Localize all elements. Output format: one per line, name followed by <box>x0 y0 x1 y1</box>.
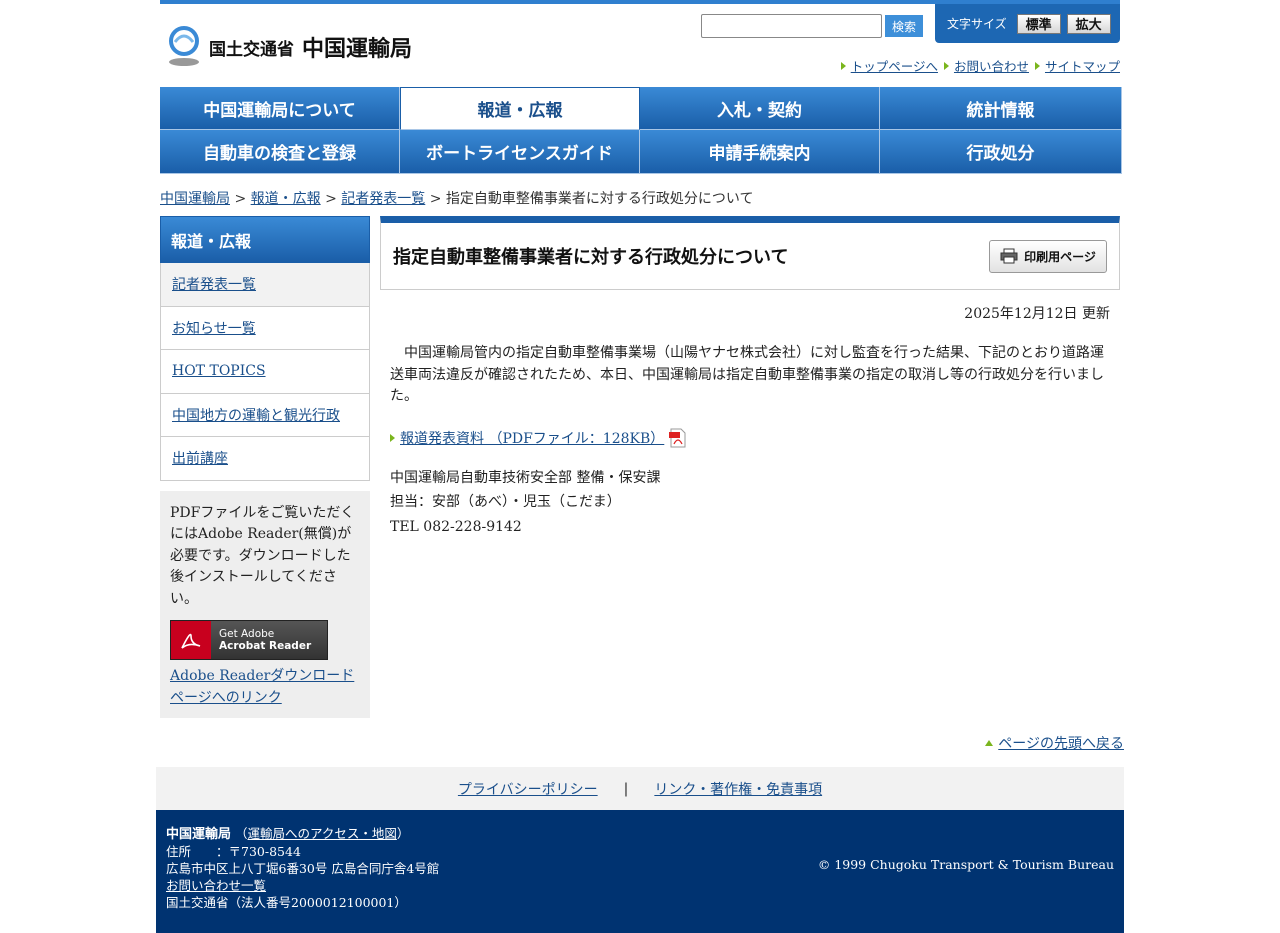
nav-applications[interactable]: 申請手続案内 <box>640 130 880 174</box>
main-content: 指定自動車整備事業者に対する行政処分について 印刷用ページ 2025年12月12… <box>380 216 1120 539</box>
fontsize-standard-button[interactable]: 標準 <box>1016 13 1061 34</box>
page-title: 指定自動車整備事業者に対する行政処分について <box>393 247 789 268</box>
back-to-top: ページの先頭へ戻る <box>985 733 1124 753</box>
links-copyright-link[interactable]: リンク・著作権・免責事項 <box>654 779 822 799</box>
fontsize-switcher: 文字サイズ 標準 拡大 <box>935 4 1120 43</box>
corporate-number: 国土交通省（法人番号2000012100001） <box>166 895 407 910</box>
privacy-policy-link[interactable]: プライバシーポリシー <box>458 779 598 799</box>
contact-department: 中国運輸局自動車技術安全部 整備・保安課 <box>390 469 661 486</box>
sidebar-item-label[interactable]: 出前講座 <box>172 448 228 468</box>
utility-links: トップページへ お問い合わせ サイトマップ <box>840 56 1120 75</box>
arrow-right-icon <box>390 433 395 442</box>
updated-date: 2025年12月12日 更新 <box>964 306 1110 322</box>
footer-separator: | <box>623 780 629 797</box>
pdf-reader-note: PDFファイルをご覧いただくにはAdobe Reader(無償)が必要です。ダウ… <box>170 504 355 607</box>
nav-vehicle-inspection[interactable]: 自動車の検査と登録 <box>160 130 400 174</box>
sidebar-item-transport-tourism[interactable]: 中国地方の運輸と観光行政 <box>160 393 370 437</box>
search-input[interactable] <box>701 14 882 38</box>
nav-bidding[interactable]: 入札・契約 <box>640 87 880 130</box>
logo-ministry-name: 国土交通省 <box>209 39 294 60</box>
pdf-attachment: 報道発表資料 （PDFファイル：128KB） <box>380 428 1120 448</box>
breadcrumb: 中国運輸局 > 報道・広報 > 記者発表一覧 > 指定自動車整備事業者に対する行… <box>160 188 754 208</box>
pdf-reader-notice: PDFファイルをご覧いただくにはAdobe Reader(無償)が必要です。ダウ… <box>160 490 370 718</box>
sidebar-title: 報道・広報 <box>160 216 370 263</box>
contact-list-link[interactable]: お問い合わせ一覧 <box>166 878 266 893</box>
fontsize-label: 文字サイズ <box>947 17 1007 31</box>
pdf-file-icon <box>668 428 688 448</box>
logo-bureau-name: 中国運輸局 <box>302 37 413 62</box>
print-page-button[interactable]: 印刷用ページ <box>989 239 1107 273</box>
sidebar-item-label[interactable]: 中国地方の運輸と観光行政 <box>172 405 340 425</box>
sidebar-item-lectures[interactable]: 出前講座 <box>160 437 370 481</box>
address-label: 住所 ： <box>166 844 229 859</box>
sidebar: 報道・広報 記者発表一覧 お知らせ一覧 HOT TOPICS 中国地方の運輸と観… <box>160 216 370 718</box>
back-to-top-link[interactable]: ページの先頭へ戻る <box>998 733 1124 753</box>
nav-about[interactable]: 中国運輸局について <box>160 87 400 130</box>
footer-org-name: 中国運輸局 <box>166 827 232 842</box>
sidebar-item-hot-topics[interactable]: HOT TOPICS <box>160 350 370 394</box>
adobe-badge-text: Get Adobe Acrobat Reader <box>211 628 311 652</box>
postal-code: 〒730-8544 <box>228 844 301 859</box>
access-map-link[interactable]: 運輸局へのアクセス・地図 <box>248 826 397 841</box>
arrow-right-icon <box>943 61 949 70</box>
adobe-download-link[interactable]: Adobe Readerダウンロードページへのリンク <box>170 666 360 709</box>
contact-tel: TEL 082-228-9142 <box>390 518 522 535</box>
breadcrumb-press[interactable]: 報道・広報 <box>251 191 321 207</box>
press-release-pdf-link[interactable]: 報道発表資料 （PDFファイル：128KB） <box>400 428 664 448</box>
breadcrumb-press-releases[interactable]: 記者発表一覧 <box>341 191 425 207</box>
contact-person: 担当：安部（あべ）・児玉（こだま） <box>390 494 621 510</box>
footer: 中国運輸局 （運輸局へのアクセス・地図） 住所 ：〒730-8544 広島市中区… <box>156 810 1124 933</box>
global-nav: 中国運輸局について 報道・広報 入札・契約 統計情報 自動車の検査と登録 ボート… <box>160 87 1122 174</box>
nav-press[interactable]: 報道・広報 <box>400 87 640 130</box>
sidebar-item-label[interactable]: HOT TOPICS <box>172 363 266 379</box>
nav-administrative-actions[interactable]: 行政処分 <box>880 130 1122 174</box>
contact-info: 中国運輸局自動車技術安全部 整備・保安課 担当：安部（あべ）・児玉（こだま） T… <box>380 466 1120 540</box>
copyright: © 1999 Chugoku Transport & Tourism Burea… <box>817 857 1114 872</box>
sidebar-item-label[interactable]: 記者発表一覧 <box>172 274 256 294</box>
sidebar-item-label[interactable]: お知らせ一覧 <box>172 318 256 338</box>
title-box: 指定自動車整備事業者に対する行政処分について 印刷用ページ <box>380 216 1120 290</box>
sitemap-link[interactable]: サイトマップ <box>1045 56 1120 75</box>
footer-links: プライバシーポリシー | リンク・著作権・免責事項 <box>156 767 1124 810</box>
get-adobe-reader-badge[interactable]: Get Adobe Acrobat Reader <box>170 620 328 660</box>
adobe-acrobat-icon <box>171 621 211 659</box>
breadcrumb-separator: > <box>425 191 446 207</box>
arrow-right-icon <box>1034 61 1040 70</box>
sidebar-item-notices[interactable]: お知らせ一覧 <box>160 306 370 350</box>
arrow-right-icon <box>840 61 846 70</box>
contact-link[interactable]: お問い合わせ <box>954 56 1029 75</box>
breadcrumb-home[interactable]: 中国運輸局 <box>160 191 230 207</box>
mlit-logo-icon <box>165 26 203 68</box>
fontsize-large-button[interactable]: 拡大 <box>1066 13 1111 34</box>
nav-boat-license[interactable]: ボートライセンスガイド <box>400 130 640 174</box>
breadcrumb-separator: > <box>230 191 251 207</box>
arrow-up-icon <box>985 740 994 746</box>
adobe-badge-line1: Get Adobe <box>219 628 275 640</box>
top-page-link[interactable]: トップページへ <box>851 56 938 75</box>
adobe-badge-line2: Acrobat Reader <box>219 640 312 652</box>
search-button[interactable]: 検索 <box>885 15 923 37</box>
print-button-label: 印刷用ページ <box>1024 249 1096 264</box>
body-text: 中国運輸局管内の指定自動車整備事業場（山陽ヤナセ株式会社）に対し監査を行った結果… <box>390 345 1104 404</box>
nav-statistics[interactable]: 統計情報 <box>880 87 1122 130</box>
breadcrumb-separator: > <box>320 191 342 207</box>
sidebar-item-press-releases[interactable]: 記者発表一覧 <box>160 263 370 307</box>
site-logo[interactable]: 国土交通省 中国運輸局 <box>165 26 412 68</box>
breadcrumb-current: 指定自動車整備事業者に対する行政処分について <box>445 191 754 207</box>
printer-icon <box>1000 248 1018 264</box>
